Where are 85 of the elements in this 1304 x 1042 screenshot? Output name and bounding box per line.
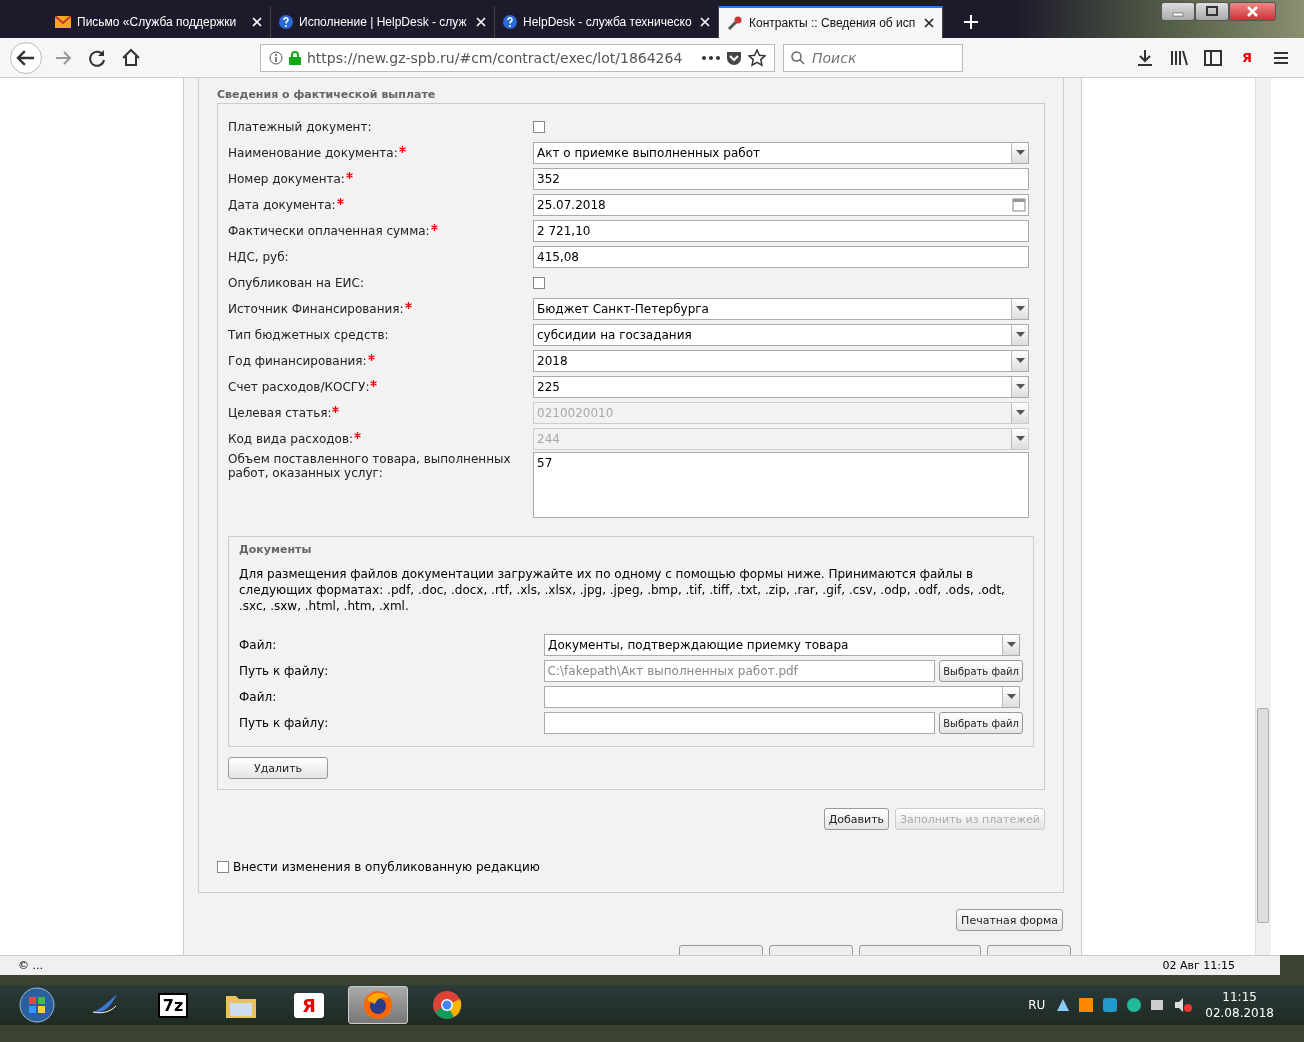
section-title: Сведения о фактической выплате: [217, 88, 437, 101]
checkbox[interactable]: [217, 861, 229, 873]
field-label: Опубликован на ЕИС:: [228, 276, 364, 290]
minimize-icon[interactable]: [1161, 2, 1195, 21]
dropdown-caret-icon[interactable]: [1011, 299, 1028, 319]
select-field[interactable]: субсидии на госзадания: [533, 324, 1029, 346]
field-label: Путь к файлу:: [239, 716, 330, 730]
field-label: Источник Финансирования:: [228, 302, 404, 316]
field-label: Наименование документа:: [228, 146, 398, 160]
choose-file-button[interactable]: Выбрать файл: [939, 660, 1023, 682]
field-label: Тип бюджетных средств:: [228, 328, 389, 342]
scrollbar[interactable]: [1255, 78, 1271, 955]
envelope-icon: [55, 16, 71, 28]
browser-tab[interactable]: Контракты :: Сведения об исп: [719, 6, 943, 38]
dropdown-caret-icon[interactable]: [1002, 635, 1019, 655]
file-path-field[interactable]: [543, 712, 936, 734]
dropdown-caret-icon[interactable]: [1011, 377, 1028, 397]
tools-icon: [727, 15, 743, 31]
select-field[interactable]: Бюджет Санкт-Петербурга: [533, 298, 1029, 320]
language-indicator[interactable]: RU: [1028, 998, 1046, 1012]
clock-date[interactable]: 02.08.2018: [1205, 1005, 1274, 1021]
close-icon[interactable]: [1229, 2, 1276, 21]
dropdown-caret-icon[interactable]: [1002, 687, 1019, 707]
calendar-icon[interactable]: [1012, 198, 1026, 212]
start-orb-icon[interactable]: [19, 987, 55, 1023]
section-title: Документы: [239, 543, 313, 556]
taskbar-button[interactable]: [348, 986, 408, 1024]
back-icon[interactable]: [10, 41, 42, 74]
field-label: Счет расходов/КОСГУ:: [228, 380, 370, 394]
field-label: Дата документа:: [228, 198, 336, 212]
text-area[interactable]: 57: [533, 452, 1029, 518]
field-label: Путь к файлу:: [239, 664, 330, 678]
select-field[interactable]: 225: [533, 376, 1029, 398]
help-icon: [503, 15, 517, 29]
input-field[interactable]: 352: [533, 168, 1029, 190]
checkbox[interactable]: [533, 277, 545, 289]
taskbar-button[interactable]: Я: [280, 987, 338, 1023]
address-bar[interactable]: https://new.gz-spb.ru/#cm/contract/exec/lot/1864264: [260, 43, 775, 72]
action-button[interactable]: Добавить: [823, 808, 890, 830]
yandex-label[interactable]: Я: [1234, 44, 1260, 71]
yandex-icon[interactable]: Я: [294, 992, 324, 1018]
star-icon[interactable]: [748, 48, 766, 67]
lock-icon: [289, 50, 301, 65]
clock-time[interactable]: 11:15: [1205, 989, 1274, 1005]
status-text: © ...: [18, 959, 43, 972]
field-label: НДС, руб:: [228, 250, 289, 264]
instructions-text: Для размещения файлов документации загружайте их по одному с помощью формы ниже. Принимаются файлы в следующих форматах: .pdf, .doc, .docx, .rtf, .xls, .xlsx, .jpg, .jpeg, .bmp, .tif, .tiff, .txt, .zip, .rar, .gif, .csv, .odp, .odf, .ods, .odt, .sxc, .sxw, .html, .htm, .xml.: [239, 566, 1006, 614]
help-icon: [279, 15, 293, 29]
checkbox-label: Внести изменения в опубликованную редакцию: [233, 860, 540, 874]
search-field[interactable]: Поиск: [783, 43, 963, 72]
taskbar-button[interactable]: 7z: [144, 987, 202, 1023]
select-field[interactable]: Акт о приемке выполненных работ: [533, 142, 1029, 164]
select-field[interactable]: Документы, подтверждающие приемку товара: [544, 634, 1020, 656]
field-label: Фактически оплаченная сумма:: [228, 224, 430, 238]
field-label: Год финансирования:: [228, 354, 367, 368]
dropdown-caret-icon[interactable]: [1011, 325, 1028, 345]
field-label: Номер документа:: [228, 172, 345, 186]
field-label: Объем поставленного товара, выполненных работ, оказанных услуг:: [228, 452, 511, 480]
field-label: Целевая статья:: [228, 406, 332, 420]
file-path-field[interactable]: C:\fakepath\Акт выполненных работ.pdf: [543, 660, 936, 682]
dropdown-caret-icon[interactable]: [1011, 143, 1028, 163]
maximize-icon[interactable]: [1195, 2, 1229, 21]
field-label: Код вида расходов:: [228, 432, 354, 446]
status-date: 02 Авг 11:15: [1162, 959, 1235, 972]
field-label: Файл:: [239, 638, 278, 652]
choose-file-button[interactable]: Выбрать файл: [939, 712, 1023, 734]
firefox-icon[interactable]: [363, 990, 393, 1020]
field-label: Платежный документ:: [228, 120, 372, 134]
dropdown-caret-icon[interactable]: [1011, 351, 1028, 371]
chrome-icon[interactable]: [432, 990, 462, 1020]
field-label: Файл:: [239, 690, 278, 704]
more-icon[interactable]: [702, 55, 720, 60]
checkbox[interactable]: [533, 121, 545, 133]
select-field[interactable]: [544, 686, 1020, 708]
delete-button[interactable]: Удалить: [228, 757, 328, 779]
input-field[interactable]: 2 721,10: [533, 220, 1029, 242]
print-form-button[interactable]: Печатная форма: [956, 909, 1063, 931]
date-field[interactable]: 25.07.2018: [533, 194, 1029, 216]
archiver-icon[interactable]: 7z: [157, 992, 189, 1018]
input-field[interactable]: 415,08: [533, 246, 1029, 268]
close-icon[interactable]: [924, 18, 934, 28]
info-icon[interactable]: [269, 50, 283, 65]
select-field[interactable]: 2018: [533, 350, 1029, 372]
pocket-icon[interactable]: [726, 49, 742, 66]
search-icon: [791, 50, 805, 65]
